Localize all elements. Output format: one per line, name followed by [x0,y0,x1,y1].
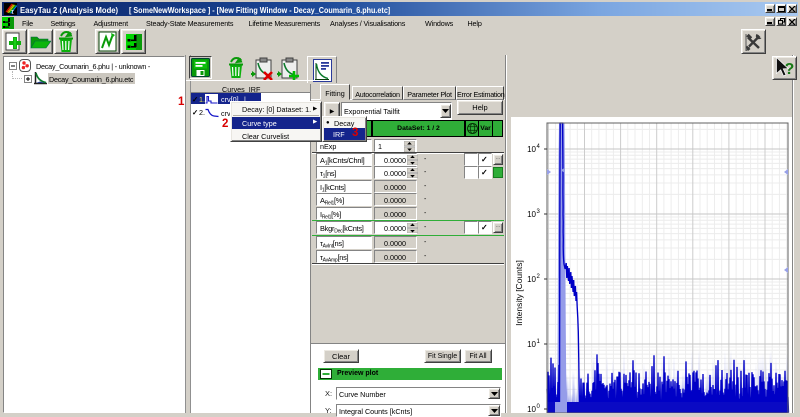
svg-text:10: 10 [527,340,536,349]
svg-text:Intensity [Counts]: Intensity [Counts] [514,260,524,326]
svg-text:10: 10 [527,145,536,154]
svg-text:10: 10 [527,405,536,413]
svg-text:?: ? [785,61,795,78]
svg-text:10: 10 [527,210,536,219]
svg-text:10: 10 [527,275,536,284]
